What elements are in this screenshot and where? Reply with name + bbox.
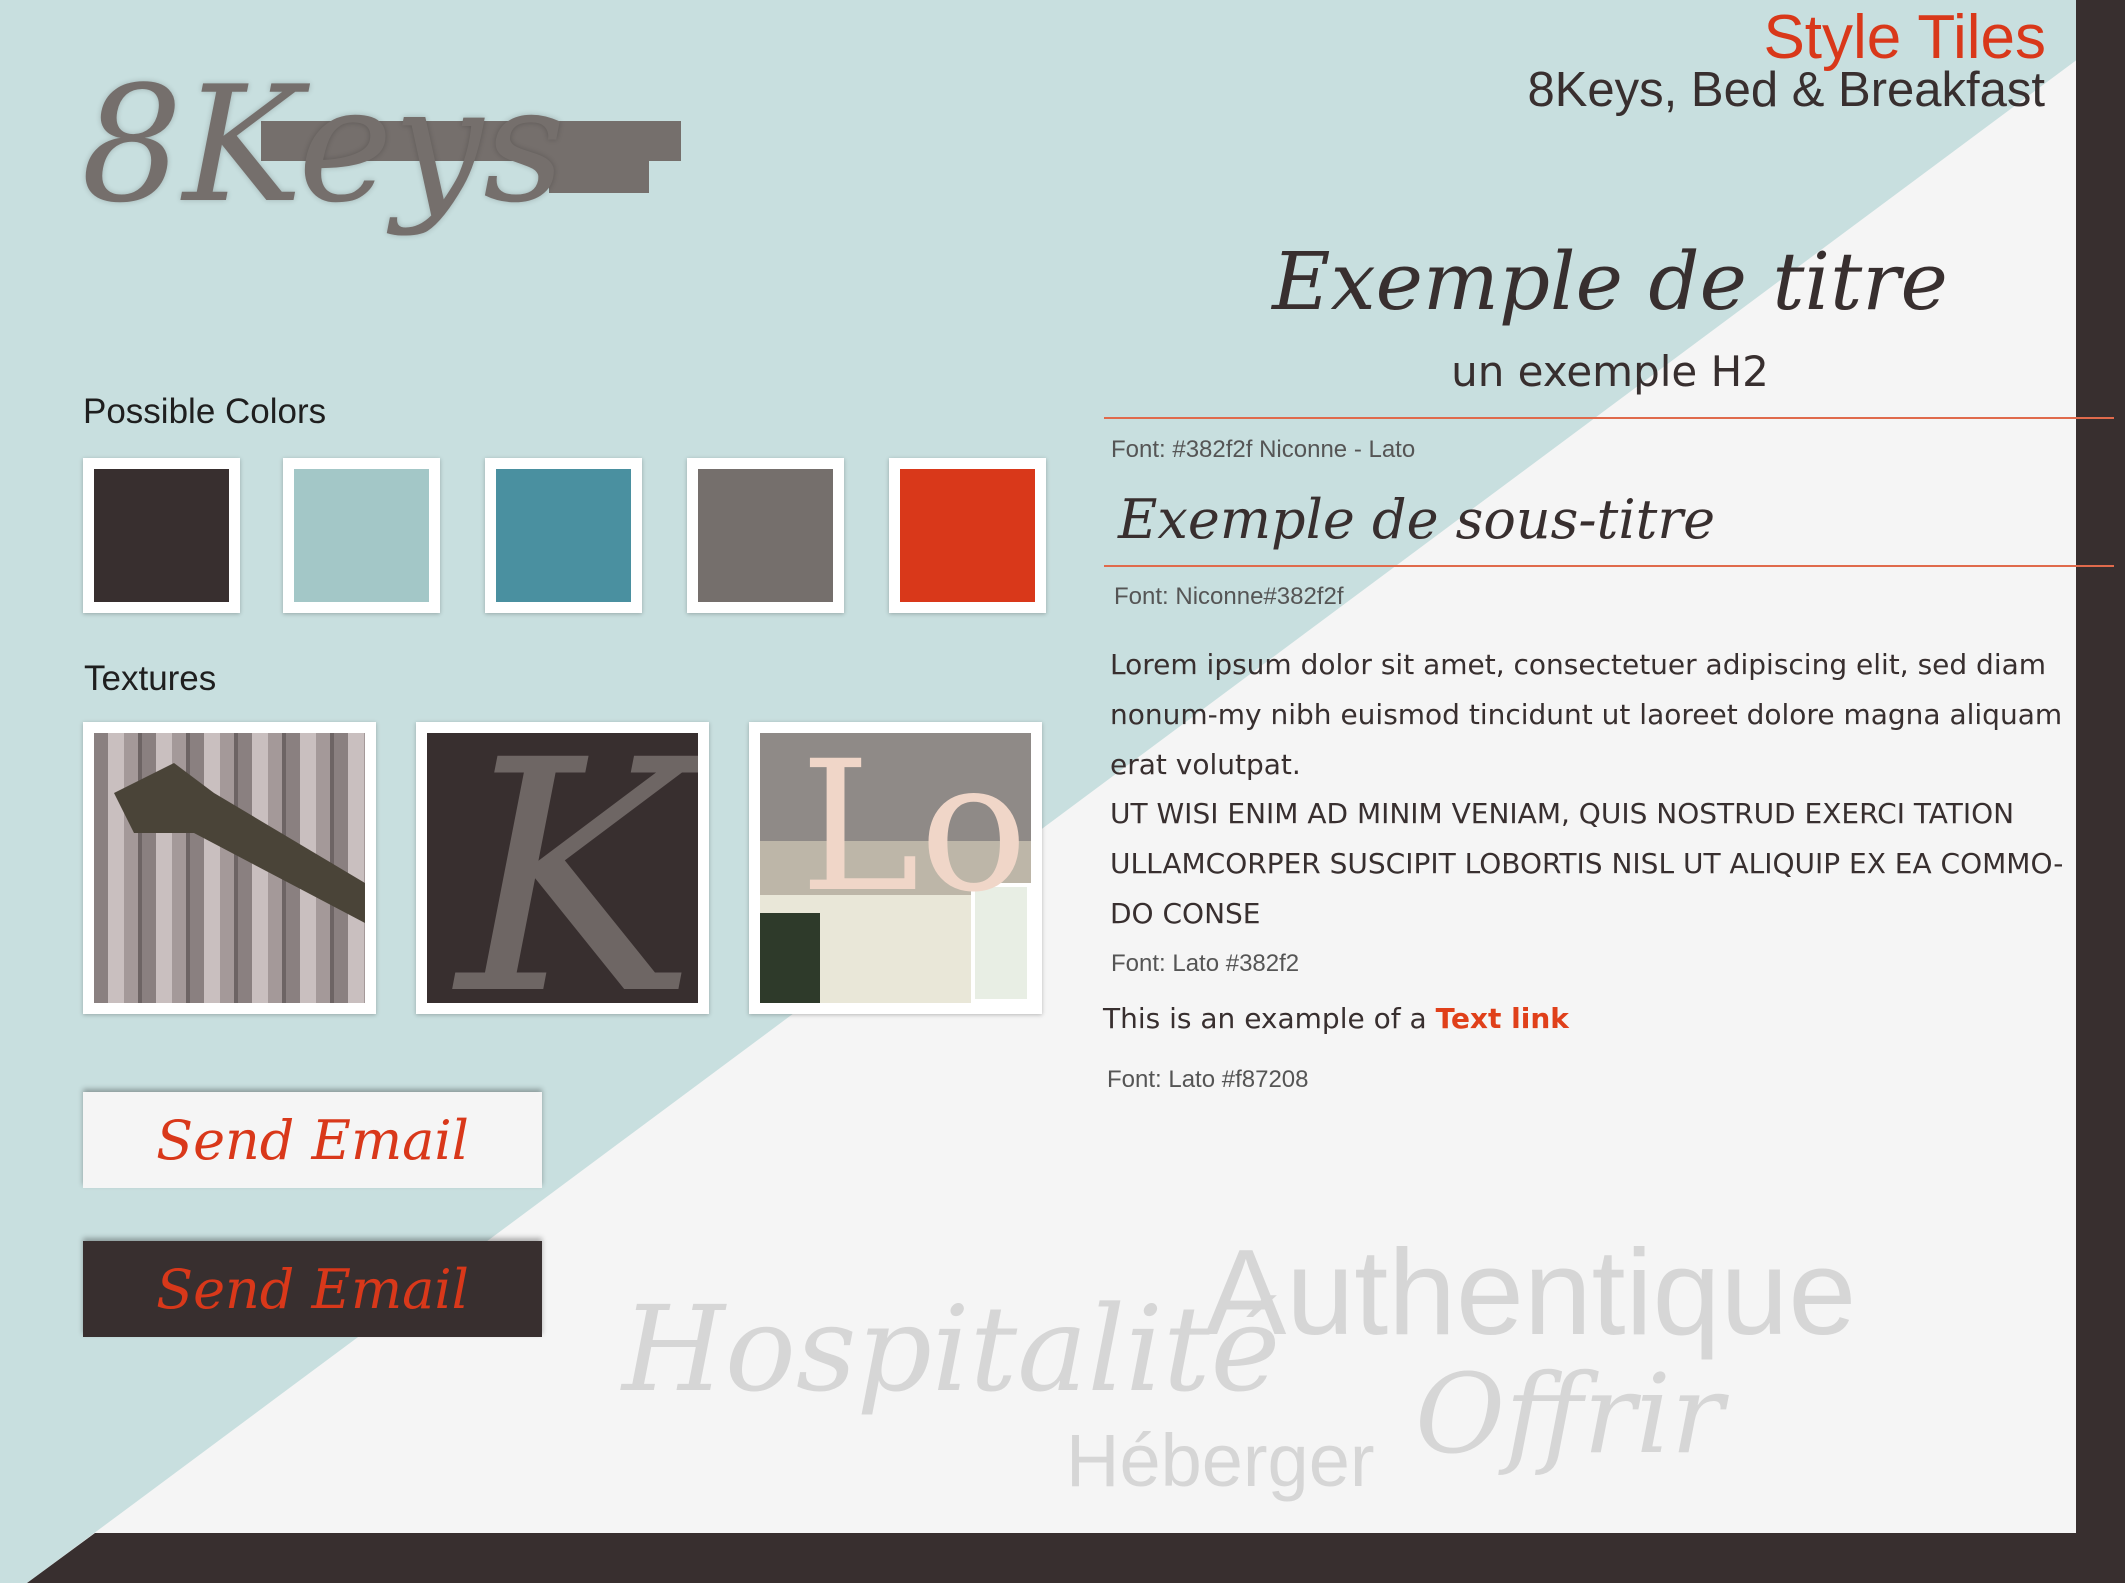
color-swatch — [485, 458, 642, 613]
link-prefix: This is an example of a — [1103, 1002, 1436, 1035]
k-letter: K — [457, 733, 697, 1003]
logo-text: 8Keys — [81, 51, 566, 238]
color-swatch — [83, 458, 240, 613]
watermark-hospitalite: Hospitalité — [622, 1280, 1281, 1418]
watermark-authentique: Authentique — [1205, 1224, 1857, 1360]
heading-h1: Exemple de titre — [1272, 235, 1948, 328]
key-icon — [114, 763, 365, 923]
body-paragraph: Lorem ipsum dolor sit amet, consectetuer… — [1110, 648, 2063, 781]
colors-label: Possible Colors — [83, 392, 327, 431]
divider — [1104, 565, 2114, 567]
logo: 8Keys — [81, 41, 691, 291]
divider — [1104, 417, 2114, 419]
textures-label: Textures — [84, 659, 217, 698]
page-subtitle: 8Keys, Bed & Breakfast — [1527, 63, 2046, 117]
color-swatch — [283, 458, 440, 613]
watermark-offrir: Offrir — [1415, 1350, 1724, 1478]
send-email-button-light[interactable]: Send Email — [83, 1092, 542, 1188]
color-swatch — [889, 458, 1046, 613]
font-note: Font: Niconne#382f2f — [1114, 583, 1344, 610]
texture-key-on-wood — [83, 722, 376, 1014]
link-example: This is an example of a Text link — [1103, 1002, 1569, 1035]
body-paragraph-uppercase: UT WISI ENIM AD MINIM VENIAM, QUIS NOSTR… — [1110, 797, 2064, 930]
texture-lo-photo: Lo — [749, 722, 1042, 1014]
lo-letters: Lo — [800, 733, 1028, 932]
texture-k-letter: K — [416, 722, 709, 1014]
font-note: Font: Lato #f87208 — [1107, 1066, 1309, 1093]
watermark-heberger: Héberger — [1066, 1419, 1375, 1502]
color-swatch — [687, 458, 844, 613]
heading-h3: Exemple de sous-titre — [1118, 488, 1716, 551]
text-link[interactable]: Text link — [1436, 1002, 1569, 1035]
send-email-button-dark[interactable]: Send Email — [83, 1241, 542, 1337]
font-note: Font: Lato #382f2 — [1111, 950, 1300, 977]
font-note: Font: #382f2f Niconne - Lato — [1111, 436, 1416, 463]
heading-h2: un exemple H2 — [1451, 347, 1769, 396]
